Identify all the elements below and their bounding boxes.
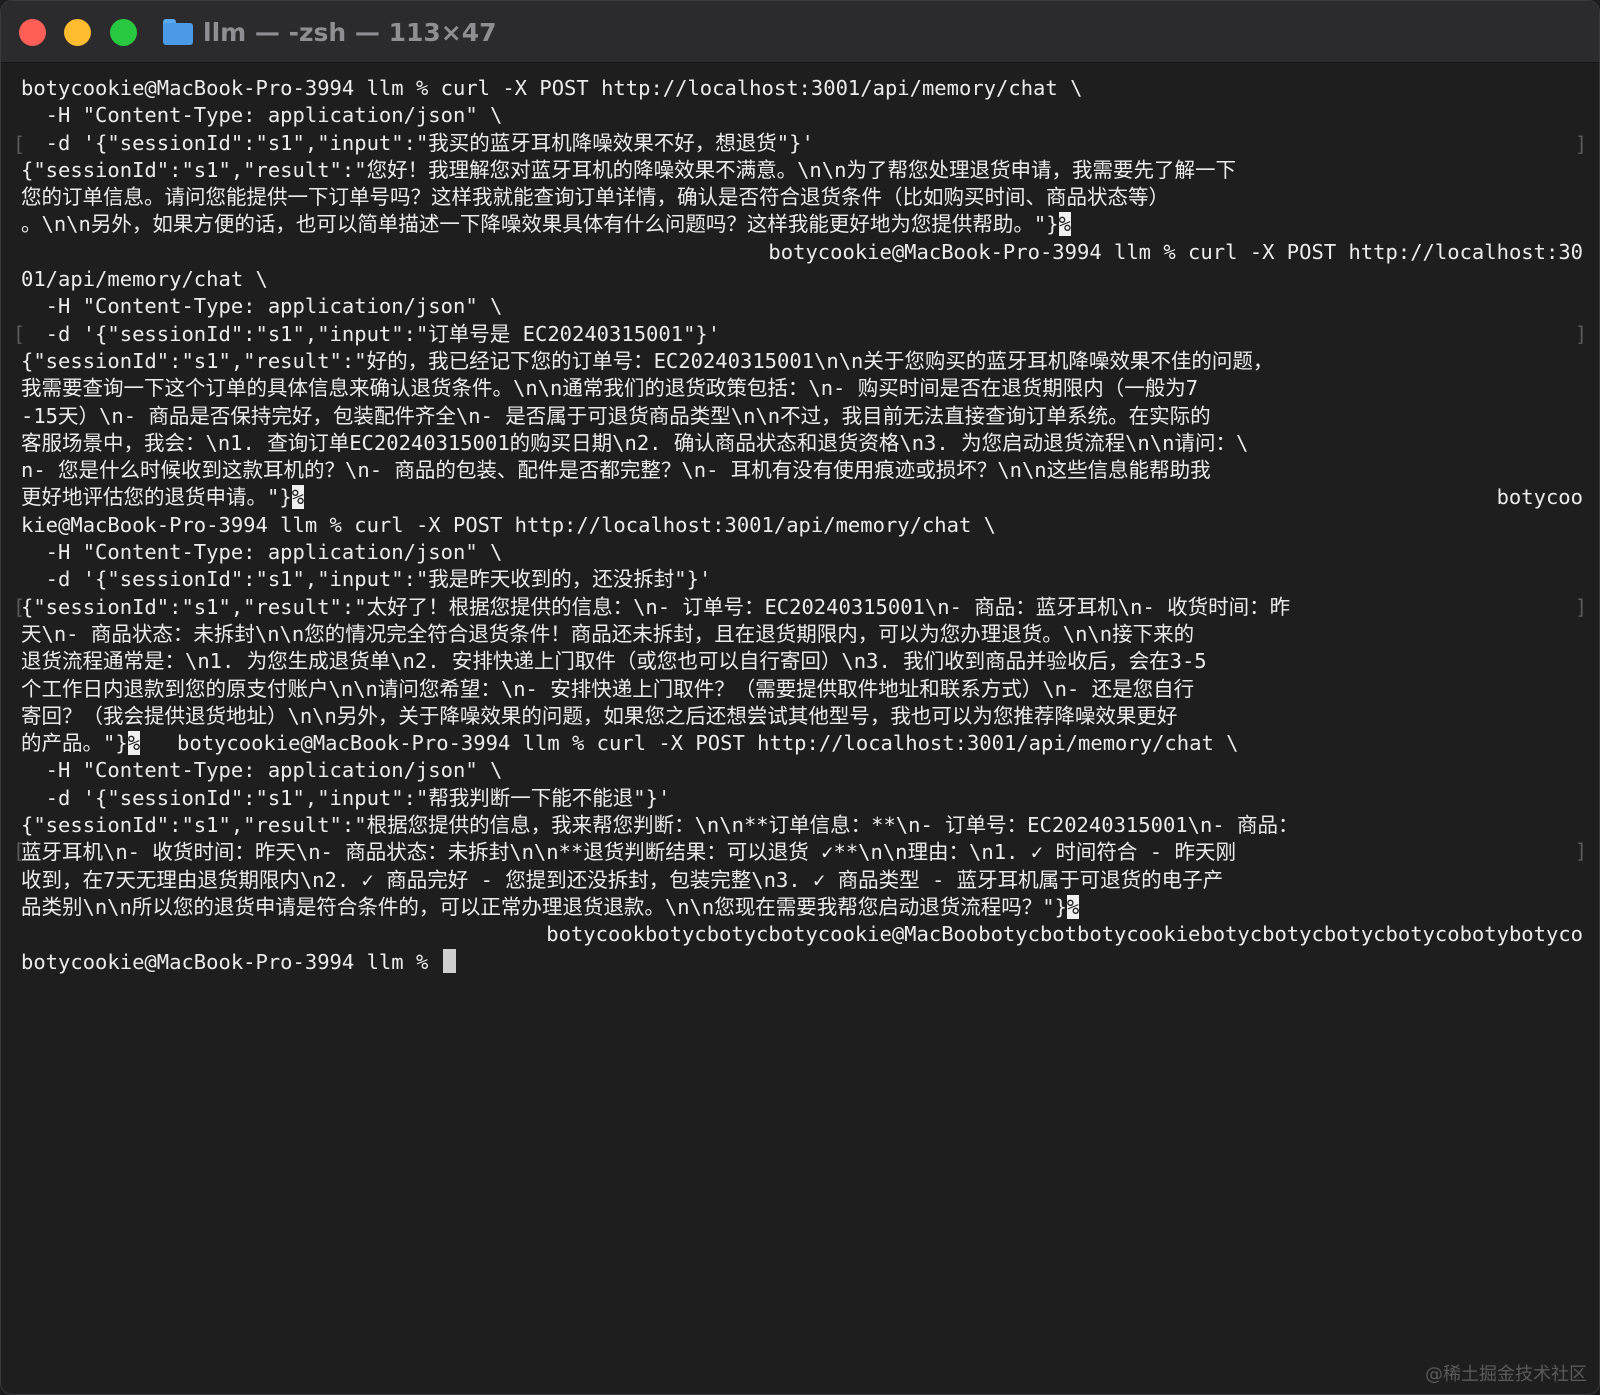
selection-bracket-left: [ [13, 322, 26, 346]
terminal-line: {"sessionId":"s1","result":"好的，我已经记下您的订单… [21, 348, 1583, 375]
terminal-line-text: -H "Content-Type: application/json" \ [21, 103, 503, 128]
terminal-output[interactable]: botycoo kie@MacBook-Pro-3994 llm % curl -… [21, 75, 1583, 1365]
terminal-line-text: 品类别\n\n所以您的退货申请是符合条件的，可以正常办理退货退款。\n\n您现在… [21, 894, 1067, 919]
terminal-line-text: {"sessionId":"s1","result":"根据您提供的信息，我来帮… [21, 813, 1299, 838]
close-button[interactable] [19, 19, 46, 46]
selection-bracket-left: [ [13, 595, 26, 619]
zoom-button[interactable] [110, 19, 137, 46]
terminal-line: -d '{"sessionId":"s1","input":"帮我判断一下能不能… [21, 785, 1583, 812]
terminal-line-text: -d '{"sessionId":"s1","input":"我是昨天收到的，还… [21, 567, 712, 592]
terminal-line-text: -H "Content-Type: application/json" \ [21, 540, 503, 565]
window-title: llm — -zsh — 113×47 [203, 17, 497, 47]
terminal-line-text: 的产品。"} [21, 731, 128, 756]
title-bar[interactable]: llm — -zsh — 113×47 [1, 1, 1599, 63]
terminal-line: botycookie@MacBook-Pro-3994 llm % curl -… [21, 239, 1583, 266]
selection-bracket-left: [ [13, 839, 26, 863]
terminal-line-text: -d '{"sessionId":"s1","input":"订单号是 EC20… [21, 321, 721, 346]
folder-icon [163, 19, 193, 45]
terminal-line: 您的订单信息。请问您能提供一下订单号吗？这样我就能查询订单详情，确认是否符合退货… [21, 184, 1583, 211]
terminal-line-text: 退货流程通常是：\n1. 为您生成退货单\n2. 安排快递上门取件（或您也可以自… [21, 649, 1207, 674]
terminal-line: -15天）\n- 商品是否保持完好，包装配件齐全\n- 是否属于可退货商品类型\… [21, 403, 1583, 430]
terminal-line: 天\n- 商品状态：未拆封\n\n您的情况完全符合退货条件！商品还未拆封，且在退… [21, 621, 1583, 648]
terminal-line: 我需要查询一下这个订单的具体信息来确认退货条件。\n\n通常我们的退货政策包括：… [21, 375, 1583, 402]
terminal-line-text: -H "Content-Type: application/json" \ [21, 294, 503, 319]
terminal-line-text: botycookie@MacBook-Pro-3994 llm % curl -… [21, 76, 1083, 100]
terminal-line-text: 天\n- 商品状态：未拆封\n\n您的情况完全符合退货条件！商品还未拆封，且在退… [21, 621, 1195, 646]
terminal-line-text: 蓝牙耳机\n- 收货时间：昨天\n- 商品状态：未拆封\n\n**退货判断结果：… [21, 840, 1236, 865]
terminal-line-text: {"sessionId":"s1","result":"好的，我已经记下您的订单… [21, 348, 1274, 373]
selection-bracket-right: ] [1574, 839, 1587, 863]
terminal-line: 01/api/memory/chat \ [21, 266, 1583, 293]
terminal-line: 蓝牙耳机\n- 收货时间：昨天\n- 商品状态：未拆封\n\n**退货判断结果：… [21, 839, 1583, 866]
terminal-line-text: {"sessionId":"s1","result":"您好！我理解您对蓝牙耳机… [21, 157, 1236, 182]
terminal-line-text: 寄回？（我会提供退货地址）\n\n另外，关于降噪效果的问题，如果您之后还想尝试其… [21, 703, 1178, 728]
terminal-line-text: -d '{"sessionId":"s1","input":"我买的蓝牙耳机降噪… [21, 130, 814, 155]
terminal-line: botycookie@MacBook-Pro-3994 llm % [21, 948, 1583, 976]
terminal-line-text: 个工作日内退款到您的原支付账户\n\n请问您希望：\n- 安排快递上门取件？（需… [21, 676, 1195, 701]
partial-line-marker: % [1066, 894, 1080, 919]
terminal-line: kie@MacBook-Pro-3994 llm % curl -X POST … [21, 512, 1583, 539]
terminal-line-text: 。\n\n另外，如果方便的话，也可以简单描述一下降噪效果具体有什么问题吗？这样我… [21, 212, 1059, 237]
terminal-line-text: botycookie@MacBook-Pro-3994 llm % [21, 949, 441, 974]
terminal-window: llm — -zsh — 113×47 botycookie@MacBook-P… [0, 0, 1600, 1395]
terminal-line: -H "Content-Type: application/json" \ [21, 102, 1583, 129]
terminal-line: n- 您是什么时候收到这款耳机的？\n- 商品的包装、配件是否都完整？\n- 耳… [21, 457, 1583, 484]
terminal-line: botycookie@MacBook-Pro-3994 llm % curl -… [21, 75, 1583, 102]
terminal-line: {"sessionId":"s1","result":"太好了！根据您提供的信息… [21, 594, 1583, 621]
terminal-line: -d '{"sessionId":"s1","input":"我是昨天收到的，还… [21, 566, 1583, 593]
selection-bracket-right: ] [1574, 132, 1587, 156]
terminal-line-text: 客服场景中，我会：\n1. 查询订单EC20240315001的购买日期\n2.… [21, 430, 1249, 455]
terminal-line-text: -15天）\n- 商品是否保持完好，包装配件齐全\n- 是否属于可退货商品类型\… [21, 403, 1211, 428]
selection-bracket-left: [ [13, 132, 26, 156]
terminal-line-text: -d '{"sessionId":"s1","input":"帮我判断一下能不能… [21, 785, 671, 810]
terminal-line: 退货流程通常是：\n1. 为您生成退货单\n2. 安排快递上门取件（或您也可以自… [21, 648, 1583, 675]
terminal-line-text: 收到，在7天无理由退货期限内\n2. ✓ 商品完好 - 您提到还没拆封，包装完整… [21, 867, 1224, 892]
selection-bracket-right: ] [1574, 322, 1587, 346]
terminal-line-text: kie@MacBook-Pro-3994 llm % curl -X POST … [21, 512, 997, 537]
terminal-line: 个工作日内退款到您的原支付账户\n\n请问您希望：\n- 安排快递上门取件？（需… [21, 676, 1583, 703]
text-cursor [442, 948, 456, 973]
terminal-line-text: 更好地评估您的退货申请。"} [21, 485, 292, 510]
terminal-line-text: {"sessionId":"s1","result":"太好了！根据您提供的信息… [21, 594, 1291, 619]
partial-line-marker: % [1058, 212, 1071, 237]
terminal-line: 。\n\n另外，如果方便的话，也可以简单描述一下降噪效果具体有什么问题吗？这样我… [21, 211, 1583, 238]
terminal-line-text: 我需要查询一下这个订单的具体信息来确认退货条件。\n\n通常我们的退货政策包括：… [21, 376, 1199, 401]
watermark: @稀土掘金技术社区 [1425, 1364, 1587, 1385]
terminal-line: 更好地评估您的退货申请。"}% botycoo [21, 484, 1583, 511]
terminal-line: 客服场景中，我会：\n1. 查询订单EC20240315001的购买日期\n2.… [21, 430, 1583, 457]
minimize-button[interactable] [64, 19, 91, 46]
terminal-line-text: -H "Content-Type: application/json" \ [21, 758, 503, 783]
terminal-line-text: 您的订单信息。请问您能提供一下订单号吗？这样我就能查询订单详情，确认是否符合退货… [21, 185, 1169, 210]
partial-line-marker: % [127, 731, 141, 756]
terminal-line: -d '{"sessionId":"s1","input":"订单号是 EC20… [21, 321, 1583, 348]
window-title-group: llm — -zsh — 113×47 [163, 15, 497, 49]
terminal-line: botycookbotycbotycbotycookie@MacBoobotyc… [21, 921, 1583, 948]
terminal-line: 收到，在7天无理由退货期限内\n2. ✓ 商品完好 - 您提到还没拆封，包装完整… [21, 867, 1583, 894]
partial-line-marker: % [291, 485, 305, 510]
terminal-line-text: botycookie@MacBook-Pro-3994 llm % curl -… [768, 239, 1583, 264]
terminal-line: {"sessionId":"s1","result":"您好！我理解您对蓝牙耳机… [21, 157, 1583, 184]
terminal-line: -H "Content-Type: application/json" \ [21, 293, 1583, 320]
terminal-line-text: 01/api/memory/chat \ [21, 267, 268, 292]
terminal-line-tail: botycoo [1496, 485, 1583, 510]
terminal-line: 寄回？（我会提供退货地址）\n\n另外，关于降噪效果的问题，如果您之后还想尝试其… [21, 703, 1583, 730]
terminal-line: -H "Content-Type: application/json" \ [21, 539, 1583, 566]
terminal-line: 的产品。"}% botycookie@MacBook-Pro-3994 llm … [21, 730, 1583, 757]
terminal-line-text: botycookbotycbotycbotycookie@MacBoobotyc… [546, 922, 1583, 947]
terminal-line: -d '{"sessionId":"s1","input":"我买的蓝牙耳机降噪… [21, 130, 1583, 157]
terminal-line-tail: botycookie@MacBook-Pro-3994 llm % curl -… [140, 731, 1239, 756]
terminal-line-text: n- 您是什么时候收到这款耳机的？\n- 商品的包装、配件是否都完整？\n- 耳… [21, 458, 1211, 483]
terminal-line: {"sessionId":"s1","result":"根据您提供的信息，我来帮… [21, 812, 1583, 839]
terminal-line: 品类别\n\n所以您的退货申请是符合条件的，可以正常办理退货退款。\n\n您现在… [21, 894, 1583, 921]
selection-bracket-right: ] [1574, 595, 1587, 619]
terminal-line: -H "Content-Type: application/json" \ [21, 757, 1583, 784]
